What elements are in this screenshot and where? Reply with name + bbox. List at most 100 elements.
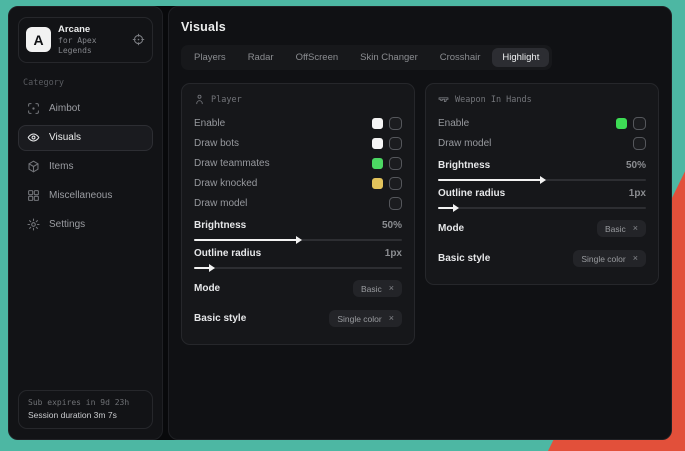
app-header: A Arcane for Apex Legends xyxy=(18,17,153,63)
chip-remove-icon[interactable]: × xyxy=(633,254,638,263)
page-title: Visuals xyxy=(181,20,659,34)
visuals-icon xyxy=(27,131,40,144)
slider-label: Outline radius xyxy=(438,188,629,199)
setting-label: Draw knocked xyxy=(194,178,372,189)
setting-row: Draw teammates xyxy=(194,153,402,173)
app-logo: A xyxy=(26,27,51,52)
checkbox[interactable] xyxy=(389,157,402,170)
panel-title: Weapon In Hands xyxy=(455,95,532,105)
panel-title: Player xyxy=(211,95,242,105)
chip-label: Single color xyxy=(337,314,381,324)
tab-bar: PlayersRadarOffScreenSkin ChangerCrossha… xyxy=(181,45,552,70)
checkbox[interactable] xyxy=(389,117,402,130)
slider-fill xyxy=(438,179,542,181)
tab-highlight[interactable]: Highlight xyxy=(492,48,549,67)
color-swatch[interactable] xyxy=(372,138,383,149)
select-row: ModeBasic× xyxy=(438,215,646,242)
select-row: Basic styleSingle color× xyxy=(194,305,402,332)
sidebar-item-miscellaneous[interactable]: Miscellaneous xyxy=(18,183,153,209)
slider-row: Brightness50% xyxy=(438,160,646,181)
selected-option-chip[interactable]: Single color × xyxy=(573,250,646,267)
subscription-info: Sub expires in 9d 23h Session duration 3… xyxy=(18,390,153,429)
color-swatch[interactable] xyxy=(616,118,627,129)
panel-weapon-in-hands: Weapon In Hands Enable Draw model Brightnes… xyxy=(425,83,659,285)
slider-thumb[interactable] xyxy=(453,204,463,212)
slider-thumb[interactable] xyxy=(296,236,306,244)
setting-label: Enable xyxy=(438,118,616,129)
chip-label: Single color xyxy=(581,254,625,264)
slider-thumb[interactable] xyxy=(209,264,219,272)
checkbox[interactable] xyxy=(633,117,646,130)
setting-row: Draw model xyxy=(194,193,402,213)
app-name: Arcane xyxy=(58,24,125,36)
app-subtitle: for Apex Legends xyxy=(58,36,125,56)
checkbox[interactable] xyxy=(633,137,646,150)
sidebar-item-visuals[interactable]: Visuals xyxy=(18,125,153,151)
checkbox[interactable] xyxy=(389,177,402,190)
select-label: Basic style xyxy=(438,253,573,264)
slider-row: Brightness50% xyxy=(194,220,402,241)
select-row: Basic style Single color × xyxy=(438,245,646,272)
slider-header: Brightness50% xyxy=(194,220,402,231)
setting-row: Draw model xyxy=(438,133,646,153)
slider-track[interactable] xyxy=(438,207,646,209)
panels-container: Player Enable Draw bots Draw teammates Draw … xyxy=(181,83,659,345)
crosshair-icon[interactable] xyxy=(132,33,145,46)
chip-remove-icon[interactable]: × xyxy=(633,224,638,233)
color-swatch[interactable] xyxy=(372,158,383,169)
slider-track[interactable] xyxy=(194,239,402,241)
setting-row: Enable xyxy=(194,113,402,133)
setting-label: Draw bots xyxy=(194,138,372,149)
slider-value: 1px xyxy=(629,188,646,199)
selected-option-chip[interactable]: Basic × xyxy=(353,280,402,297)
sidebar-item-label: Items xyxy=(49,161,73,172)
slider-track[interactable] xyxy=(194,267,402,269)
slider-value: 50% xyxy=(626,160,646,171)
sidebar-item-settings[interactable]: Settings xyxy=(18,212,153,238)
tab-skin-changer[interactable]: Skin Changer xyxy=(350,48,428,67)
checkbox[interactable] xyxy=(389,197,402,210)
slider-label: Brightness xyxy=(438,160,626,171)
settings-icon xyxy=(27,218,40,231)
weapon-icon xyxy=(438,94,449,105)
chip-label: Basic xyxy=(361,284,382,294)
setting-label: Enable xyxy=(194,118,372,129)
app-window: A Arcane for Apex Legends Category Aimbo… xyxy=(8,6,672,440)
slider-value: 1px xyxy=(385,248,402,259)
tab-crosshair[interactable]: Crosshair xyxy=(430,48,491,67)
selected-option-chip[interactable]: Basic× xyxy=(597,220,646,237)
checkbox[interactable] xyxy=(389,137,402,150)
selected-option-chip[interactable]: Single color × xyxy=(329,310,402,327)
aimbot-icon xyxy=(27,102,40,115)
slider-track[interactable] xyxy=(438,179,646,181)
color-swatch[interactable] xyxy=(372,118,383,129)
chip-remove-icon[interactable]: × xyxy=(389,284,394,293)
sidebar-item-items[interactable]: Items xyxy=(18,154,153,180)
sub-expiry-text: Sub expires in 9d 23h xyxy=(28,397,143,409)
tab-players[interactable]: Players xyxy=(184,48,236,67)
chip-remove-icon[interactable]: × xyxy=(389,314,394,323)
sidebar: A Arcane for Apex Legends Category Aimbo… xyxy=(8,6,163,440)
tab-offscreen[interactable]: OffScreen xyxy=(286,48,349,67)
slider-fill xyxy=(194,239,298,241)
sidebar-item-label: Settings xyxy=(49,219,85,230)
slider-thumb[interactable] xyxy=(540,176,550,184)
sidebar-nav: Aimbot Visuals Items Miscellaneous Settings xyxy=(18,96,153,238)
sidebar-item-label: Aimbot xyxy=(49,103,80,114)
sidebar-item-label: Visuals xyxy=(49,132,81,143)
main-content: Visuals PlayersRadarOffScreenSkin Change… xyxy=(168,6,672,440)
select-label: Mode xyxy=(194,283,353,294)
slider-label: Outline radius xyxy=(194,248,385,259)
sidebar-item-aimbot[interactable]: Aimbot xyxy=(18,96,153,122)
panel-header: Player xyxy=(194,94,402,105)
color-swatch[interactable] xyxy=(372,178,383,189)
slider-row: Outline radius1px xyxy=(438,188,646,209)
misc-icon xyxy=(27,189,40,202)
setting-row: Draw bots xyxy=(194,133,402,153)
category-label: Category xyxy=(23,78,148,88)
slider-header: Outline radius1px xyxy=(194,248,402,259)
items-icon xyxy=(27,160,40,173)
setting-label: Draw model xyxy=(438,138,633,149)
setting-label: Draw teammates xyxy=(194,158,372,169)
tab-radar[interactable]: Radar xyxy=(238,48,284,67)
